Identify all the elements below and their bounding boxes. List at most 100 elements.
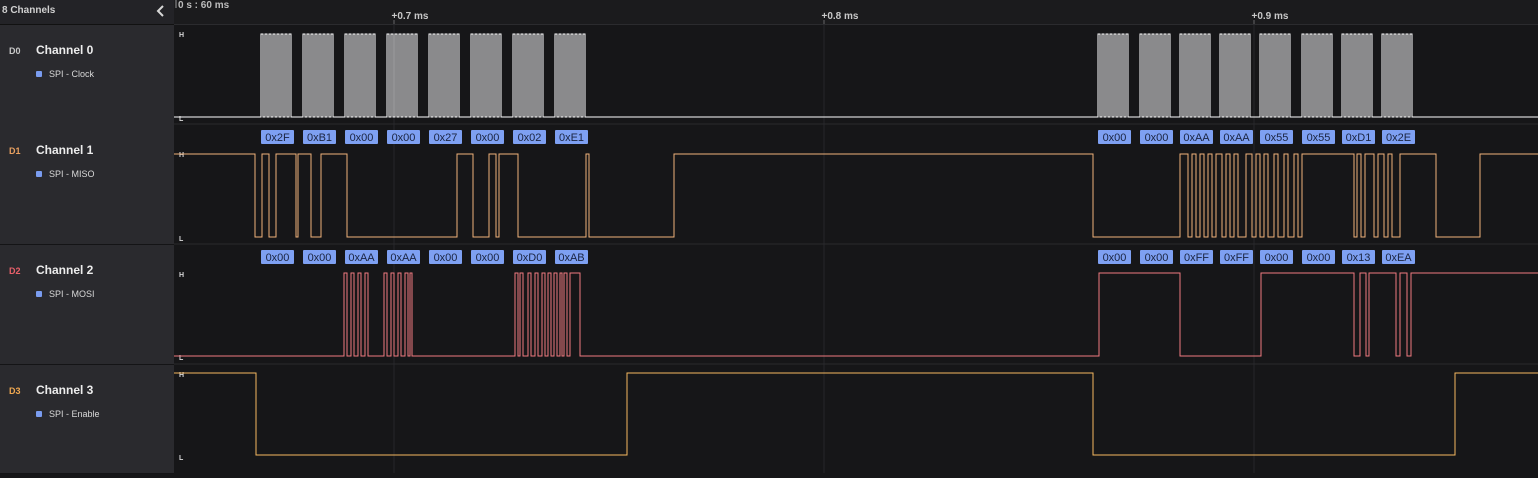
- decoded-value: 0xB1: [307, 132, 332, 144]
- miso-decoded-bubble[interactable]: 0x00: [1140, 130, 1173, 144]
- channel-1-waveform: [174, 153, 1538, 238]
- mosi-decoded-bubble[interactable]: 0x00: [471, 250, 504, 264]
- decoded-value: 0x55: [1265, 132, 1289, 144]
- decoded-value: 0x00: [308, 252, 332, 264]
- channel-id: D1: [9, 146, 21, 156]
- miso-decoded-bubble[interactable]: 0x55: [1302, 130, 1335, 144]
- mosi-decoded-bubble[interactable]: 0xAA: [345, 250, 378, 264]
- mosi-decoded-bubble[interactable]: 0xD0: [513, 250, 546, 264]
- analyzer-label[interactable]: SPI - MOSI: [49, 289, 95, 299]
- miso-decoded-bubble[interactable]: 0xD1: [1342, 130, 1375, 144]
- time-marker-label: +0.8 ms: [822, 11, 859, 22]
- decoded-value: 0xFF: [1184, 252, 1209, 264]
- decoded-value: 0xAA: [348, 252, 375, 264]
- channel-sidebar: 8 Channels D0 Channel 0 SPI - Clock D1 C…: [0, 0, 175, 474]
- decoded-value: 0xD1: [1346, 132, 1372, 144]
- sidebar-header: 8 Channels: [0, 0, 174, 25]
- mosi-decoded-bubble[interactable]: 0x00: [1098, 250, 1131, 264]
- decoded-value: 0x2F: [265, 132, 290, 144]
- mosi-decoded-bubble[interactable]: 0xFF: [1180, 250, 1213, 264]
- channel-3-waveform: [174, 372, 1538, 456]
- decoded-value: 0x13: [1347, 252, 1371, 264]
- level-labels: HLHLHLHL: [179, 32, 184, 462]
- level-high-label: H: [179, 272, 184, 279]
- time-marker: +0.7 ms: [392, 11, 429, 24]
- mosi-decoded-bubble[interactable]: 0xAA: [387, 250, 420, 264]
- miso-decoded-bubble[interactable]: 0xB1: [303, 130, 336, 144]
- time-origin-label: 0 s : 60 ms: [178, 0, 230, 11]
- channel-name[interactable]: Channel 3: [36, 383, 93, 397]
- mosi-decoded-bubble[interactable]: 0x00: [1260, 250, 1293, 264]
- decoded-value: 0x2E: [1386, 132, 1411, 144]
- chevron-left-icon: [156, 5, 164, 17]
- time-marker: +0.8 ms: [822, 11, 859, 24]
- miso-decoded-bubble[interactable]: 0x00: [387, 130, 420, 144]
- decoded-value: 0x00: [266, 252, 290, 264]
- decoded-value: 0x00: [1145, 132, 1169, 144]
- decoded-value: 0x02: [518, 132, 542, 144]
- decoded-value: 0x00: [476, 132, 500, 144]
- level-low-label: L: [179, 455, 184, 462]
- miso-decoded-bubble[interactable]: 0x00: [1098, 130, 1131, 144]
- decoded-value: 0x27: [434, 132, 458, 144]
- miso-decoded-bubble[interactable]: 0x00: [345, 130, 378, 144]
- channel-id: D3: [9, 386, 21, 396]
- channel-name[interactable]: Channel 0: [36, 43, 93, 57]
- channel-row-1[interactable]: D1 Channel 1 SPI - MISO: [0, 125, 174, 245]
- channel-name[interactable]: Channel 1: [36, 143, 93, 157]
- miso-decoded-bubble[interactable]: 0xE1: [555, 130, 588, 144]
- level-low-label: L: [179, 236, 184, 243]
- miso-decoded-bubble[interactable]: 0x02: [513, 130, 546, 144]
- mosi-decoded-bubble[interactable]: 0xFF: [1220, 250, 1253, 264]
- miso-decoded-bubble[interactable]: 0xAA: [1220, 130, 1253, 144]
- mosi-decoded-bubble[interactable]: 0x00: [261, 250, 294, 264]
- channels-count-title: 8 Channels: [2, 5, 56, 16]
- decoded-value: 0x00: [392, 132, 416, 144]
- channel-name[interactable]: Channel 2: [36, 263, 93, 277]
- decoded-value: 0x00: [1103, 252, 1127, 264]
- decoded-value: 0xAA: [1223, 132, 1250, 144]
- level-high-label: H: [179, 152, 184, 159]
- mosi-decoded-bubble[interactable]: 0x00: [1302, 250, 1335, 264]
- collapse-sidebar-button[interactable]: [153, 2, 169, 20]
- decoded-value: 0xAB: [558, 252, 584, 264]
- mosi-decoded-bubble[interactable]: 0xEA: [1382, 250, 1415, 264]
- miso-decoded-bubble[interactable]: 0x27: [429, 130, 462, 144]
- channel-id: D2: [9, 266, 21, 276]
- mosi-decoded-bubble[interactable]: 0xAB: [555, 250, 588, 264]
- channel-row-2[interactable]: D2 Channel 2 SPI - MOSI: [0, 245, 174, 365]
- waveform-area[interactable]: HLHLHLHL 0x2F 0xB1 0x00 0x00 0x27 0x00 0x02 0xE…: [174, 25, 1538, 473]
- channel-2-waveform: [174, 272, 1538, 357]
- decoded-value: 0x00: [476, 252, 500, 264]
- analyzer-color-swatch: [36, 171, 42, 177]
- mosi-decoded-bubble[interactable]: 0x00: [1140, 250, 1173, 264]
- miso-decoded-bubble[interactable]: 0x55: [1260, 130, 1293, 144]
- mosi-decoded-bubble[interactable]: 0x00: [303, 250, 336, 264]
- channel-row-3[interactable]: D3 Channel 3 SPI - Enable: [0, 365, 174, 474]
- channel-id: D0: [9, 46, 21, 56]
- analyzer-label[interactable]: SPI - Enable: [49, 409, 100, 419]
- time-marker-label: +0.9 ms: [1252, 11, 1289, 22]
- miso-decoded-bubble[interactable]: 0x2F: [261, 130, 294, 144]
- channel-separators: [174, 123, 1538, 365]
- waveform-canvas[interactable]: HLHLHLHL 0x2F 0xB1 0x00 0x00 0x27 0x00 0x02 0xE…: [174, 25, 1538, 473]
- miso-decoded-bubble[interactable]: 0xAA: [1180, 130, 1213, 144]
- miso-decoded-bubble[interactable]: 0x2E: [1382, 130, 1415, 144]
- analyzer-color-swatch: [36, 411, 42, 417]
- decoded-value: 0xAA: [1183, 132, 1210, 144]
- analyzer-color-swatch: [36, 291, 42, 297]
- mosi-decoded-bubble[interactable]: 0x13: [1342, 250, 1375, 264]
- decoded-value: 0xEA: [1385, 252, 1412, 264]
- decoded-value: 0x00: [1145, 252, 1169, 264]
- time-ruler[interactable]: 0 s : 60 ms +0.7 ms +0.8 ms +0.9 ms: [174, 0, 1538, 25]
- analyzer-label[interactable]: SPI - MISO: [49, 169, 95, 179]
- decoded-value: 0xFF: [1224, 252, 1249, 264]
- analyzer-label[interactable]: SPI - Clock: [49, 69, 94, 79]
- channel-0-waveform: [174, 33, 1538, 118]
- decoded-value: 0x00: [350, 132, 374, 144]
- miso-decoded-bubble[interactable]: 0x00: [471, 130, 504, 144]
- mosi-decoded-bubble[interactable]: 0x00: [429, 250, 462, 264]
- time-marker-label: +0.7 ms: [392, 11, 429, 22]
- decoded-value: 0x55: [1307, 132, 1331, 144]
- level-high-label: H: [179, 32, 184, 39]
